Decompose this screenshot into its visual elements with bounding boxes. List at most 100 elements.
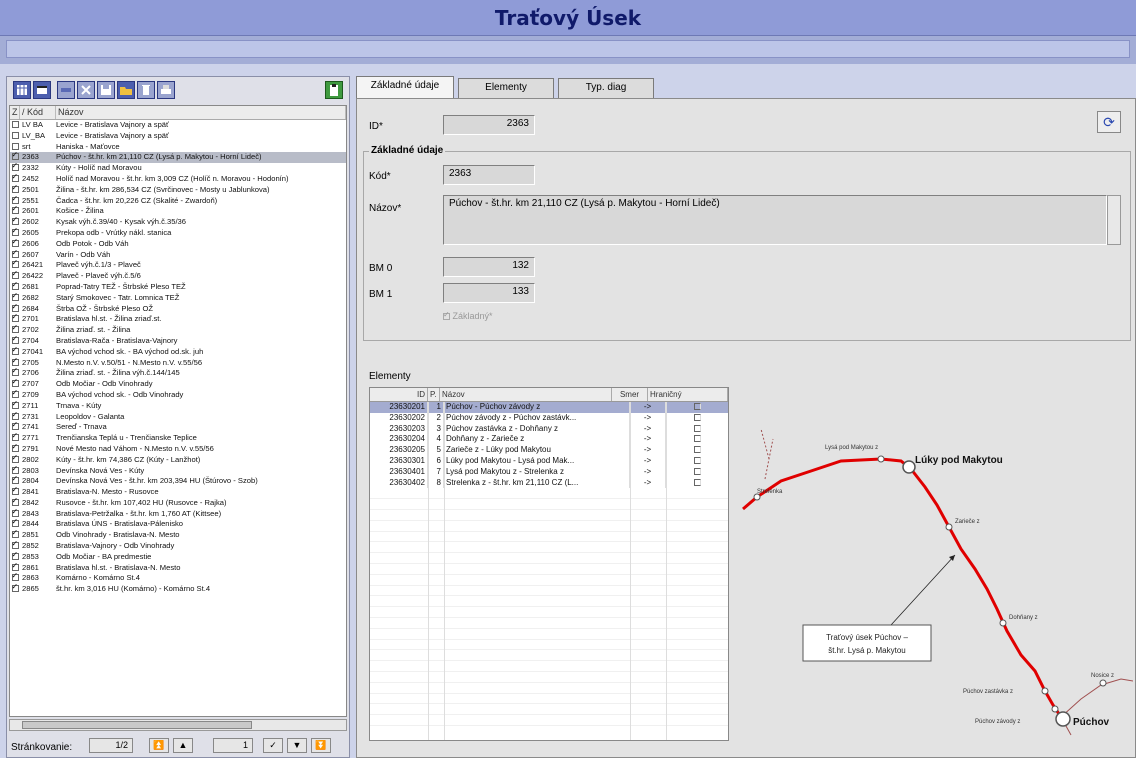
checkbox-box[interactable]: [11, 517, 19, 528]
zakladny-checkbox-box[interactable]: [443, 310, 450, 320]
el-col-dir[interactable]: Smer: [612, 388, 648, 401]
col-header-code[interactable]: / Kód: [20, 106, 56, 119]
checkbox-box[interactable]: [11, 323, 19, 334]
element-border-checkbox[interactable]: [666, 467, 728, 478]
table-row[interactable]: 2802 Kúty - št.hr. km 74,386 CZ (Kúty - L…: [10, 453, 346, 466]
checkbox-box[interactable]: [11, 485, 19, 496]
table-row[interactable]: 26422 Plaveč - Plaveč výh.č.5/6: [10, 269, 346, 282]
table-row[interactable]: 2684 Štrba OŽ - Štrbské Pleso OŽ: [10, 302, 346, 315]
checkbox-box[interactable]: [11, 550, 19, 561]
checkbox-box[interactable]: [11, 561, 19, 571]
bm0-field[interactable]: 132: [443, 257, 535, 277]
table-row[interactable]: 2363 Púchov - št.hr. km 21,110 CZ (Lysá p…: [10, 150, 346, 164]
trash-icon[interactable]: [137, 81, 155, 99]
element-border-checkbox[interactable]: [666, 402, 728, 413]
checkbox-box[interactable]: [11, 377, 19, 388]
table-row[interactable]: 2707 Odb Močiar - Odb Vinohrady: [10, 377, 346, 390]
checkbox-box[interactable]: [11, 172, 19, 183]
id-field[interactable]: 2363: [443, 115, 535, 135]
delete-icon[interactable]: [77, 81, 95, 99]
horizontal-scrollbar[interactable]: [9, 719, 347, 731]
prev-page-icon[interactable]: ▲: [173, 738, 193, 753]
scrollbar-thumb[interactable]: [22, 721, 252, 729]
checkbox-box[interactable]: [11, 539, 19, 550]
table-row[interactable]: 2771 Trenčianska Teplá u - Trenčianske Te…: [10, 431, 346, 444]
checkbox-box[interactable]: [11, 258, 19, 269]
table-row[interactable]: 2791 Nové Mesto nad Váhom - N.Mesto n.V. …: [10, 442, 346, 455]
clipboard-icon[interactable]: [325, 81, 343, 99]
checkbox-box[interactable]: [11, 131, 19, 139]
element-row[interactable]: 23630301 6 Lúky pod Makytou - Lysá pod Mak…: [370, 455, 728, 467]
name-scrollbar[interactable]: [1107, 195, 1121, 245]
table-row[interactable]: 2501 Žilina - št.hr. km 286,534 CZ (Svrči…: [10, 183, 346, 196]
checkbox-box[interactable]: [11, 496, 19, 507]
first-page-icon[interactable]: ⏫: [149, 738, 169, 753]
table-row[interactable]: 2605 Prekopa odb - Vrútky nákl. stanica: [10, 226, 346, 239]
table-row[interactable]: 2702 Žilina zriaď. st. - Žilina: [10, 323, 346, 336]
table-row[interactable]: 2803 Devínska Nová Ves - Kúty: [10, 464, 346, 477]
element-border-checkbox[interactable]: [666, 456, 728, 467]
checkbox-box[interactable]: [11, 388, 19, 399]
element-row[interactable]: 23630204 4 Dohňany z - Zarieče z ->: [370, 434, 728, 446]
element-border-checkbox[interactable]: [666, 478, 728, 489]
table-row[interactable]: 2731 Leopoldov - Galanta: [10, 410, 346, 423]
open-folder-icon[interactable]: [117, 81, 135, 99]
col-header-z[interactable]: Z: [10, 106, 20, 119]
table-row[interactable]: LV_BA Levice - Bratislava Vajnory a späť: [10, 131, 346, 142]
table-row[interactable]: 2681 Poprad-Tatry TEŽ - Štrbské Pleso TEŽ: [10, 280, 346, 293]
checkbox-box[interactable]: [11, 571, 19, 582]
checkbox-box[interactable]: [693, 403, 701, 410]
checkbox-box[interactable]: [11, 226, 19, 237]
save-icon[interactable]: [97, 81, 115, 99]
checkbox-box[interactable]: [11, 442, 19, 453]
checkbox-box[interactable]: [11, 399, 19, 410]
table-row[interactable]: 27041 BA východ vchod sk. - BA východ od.…: [10, 345, 346, 358]
element-row[interactable]: 23630203 3 Púchov zastávka z - Dohňany z ->: [370, 423, 728, 435]
checkbox-box[interactable]: [11, 248, 19, 258]
checkbox-box[interactable]: [11, 280, 19, 291]
table-row[interactable]: 2452 Holíč nad Moravou - št.hr. km 3,009 …: [10, 172, 346, 185]
element-border-checkbox[interactable]: [666, 445, 728, 456]
checkbox-box[interactable]: [11, 194, 19, 204]
checkbox-box[interactable]: [693, 456, 701, 464]
tab-zakladne-udaje[interactable]: Základné údaje: [356, 76, 454, 98]
el-col-name[interactable]: Názov: [440, 388, 612, 401]
refresh-icon[interactable]: ⟳: [1097, 111, 1121, 133]
table-row[interactable]: 2551 Čadca - št.hr. km 20,226 CZ (Skalité…: [10, 194, 346, 207]
tab-typ-diag[interactable]: Typ. diag: [558, 78, 654, 98]
table-row[interactable]: 2706 Žilina zriaď. st. - Žilina výh.č.144…: [10, 366, 346, 379]
checkbox-box[interactable]: [11, 345, 19, 356]
zakladny-checkbox[interactable]: Základný*: [443, 310, 493, 321]
form-view-icon[interactable]: [33, 81, 51, 99]
checkbox-box[interactable]: [11, 204, 19, 215]
checkbox-box[interactable]: [11, 215, 19, 226]
bm1-field[interactable]: 133: [443, 283, 535, 303]
checkbox-box[interactable]: [11, 302, 19, 312]
checkbox-box[interactable]: [693, 467, 701, 475]
table-row[interactable]: LV BA Levice - Bratislava Vajnory a späť: [10, 120, 346, 131]
row-checkbox[interactable]: [10, 582, 20, 595]
element-row[interactable]: 23630402 8 Strelenka z - št.hr. km 21,110 …: [370, 477, 728, 489]
element-border-checkbox[interactable]: [666, 434, 728, 445]
table-row[interactable]: 2741 Sereď - Trnava: [10, 420, 346, 433]
element-row[interactable]: 23630401 7 Lysá pod Makytou z - Strelenka …: [370, 466, 728, 478]
last-page-icon[interactable]: ⏬: [311, 738, 331, 753]
col-header-name[interactable]: Názov: [56, 106, 346, 119]
table-row[interactable]: 2601 Košice - Žilina: [10, 204, 346, 217]
tab-elementy[interactable]: Elementy: [458, 78, 554, 98]
table-row[interactable]: 2861 Bratislava hl.st. - Bratislava-N. Me…: [10, 561, 346, 574]
confirm-page-icon[interactable]: ✓: [263, 738, 283, 753]
new-record-icon[interactable]: [57, 81, 75, 99]
checkbox-box[interactable]: [11, 366, 19, 377]
checkbox-box[interactable]: [693, 446, 701, 454]
checkbox-box[interactable]: [11, 142, 19, 150]
print-icon[interactable]: [157, 81, 175, 99]
table-row[interactable]: 2607 Varín - Odb Váh: [10, 248, 346, 261]
table-row[interactable]: 2842 Rusovce - št.hr. km 107,402 HU (Ruso…: [10, 496, 346, 509]
checkbox-box[interactable]: [11, 150, 19, 161]
checkbox-box[interactable]: [693, 478, 701, 486]
table-row[interactable]: 2865 št.hr. km 3,016 HU (Komárno) - Komár…: [10, 582, 346, 595]
checkbox-box[interactable]: [11, 334, 19, 345]
checkbox-box[interactable]: [11, 474, 19, 485]
el-col-border[interactable]: Hraničný: [648, 388, 728, 401]
